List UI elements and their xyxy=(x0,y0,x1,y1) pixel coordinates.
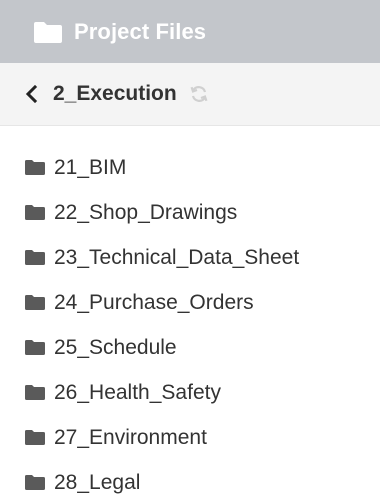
breadcrumb-bar: 2_Execution xyxy=(0,63,380,126)
folder-label: 26_Health_Safety xyxy=(54,380,221,404)
folder-icon xyxy=(24,339,46,356)
folder-icon xyxy=(24,294,46,311)
folder-icon xyxy=(24,204,46,221)
folder-icon xyxy=(24,429,46,446)
folder-list-item[interactable]: 22_Shop_Drawings xyxy=(0,190,380,235)
panel-title: Project Files xyxy=(74,18,207,44)
folder-label: 21_BIM xyxy=(54,155,127,179)
folder-icon xyxy=(33,20,63,44)
folder-icon xyxy=(24,474,46,491)
panel-header: Project Files xyxy=(0,0,380,63)
project-files-panel: Project Files 2_Execution 21_BIM 22_Shop… xyxy=(0,0,380,504)
chevron-left-icon[interactable] xyxy=(24,84,38,104)
folder-label: 22_Shop_Drawings xyxy=(54,200,238,224)
folder-list-item[interactable]: 25_Schedule xyxy=(0,325,380,370)
folder-list-item[interactable]: 28_Legal xyxy=(0,460,380,504)
folder-list-item[interactable]: 26_Health_Safety xyxy=(0,370,380,415)
refresh-icon[interactable] xyxy=(189,84,209,104)
folder-list-item[interactable]: 23_Technical_Data_Sheet xyxy=(0,235,380,280)
folder-label: 28_Legal xyxy=(54,470,141,494)
current-folder-title: 2_Execution xyxy=(53,82,177,105)
folder-label: 27_Environment xyxy=(54,425,207,449)
folder-label: 24_Purchase_Orders xyxy=(54,290,254,314)
folder-list-item[interactable]: 24_Purchase_Orders xyxy=(0,280,380,325)
folder-icon xyxy=(24,159,46,176)
folder-icon xyxy=(24,249,46,266)
folder-label: 25_Schedule xyxy=(54,335,177,359)
folder-list: 21_BIM 22_Shop_Drawings 23_Technical_Dat… xyxy=(0,126,380,504)
folder-list-item[interactable]: 27_Environment xyxy=(0,415,380,460)
folder-label: 23_Technical_Data_Sheet xyxy=(54,245,300,269)
folder-icon xyxy=(24,384,46,401)
folder-list-item[interactable]: 21_BIM xyxy=(0,145,380,190)
